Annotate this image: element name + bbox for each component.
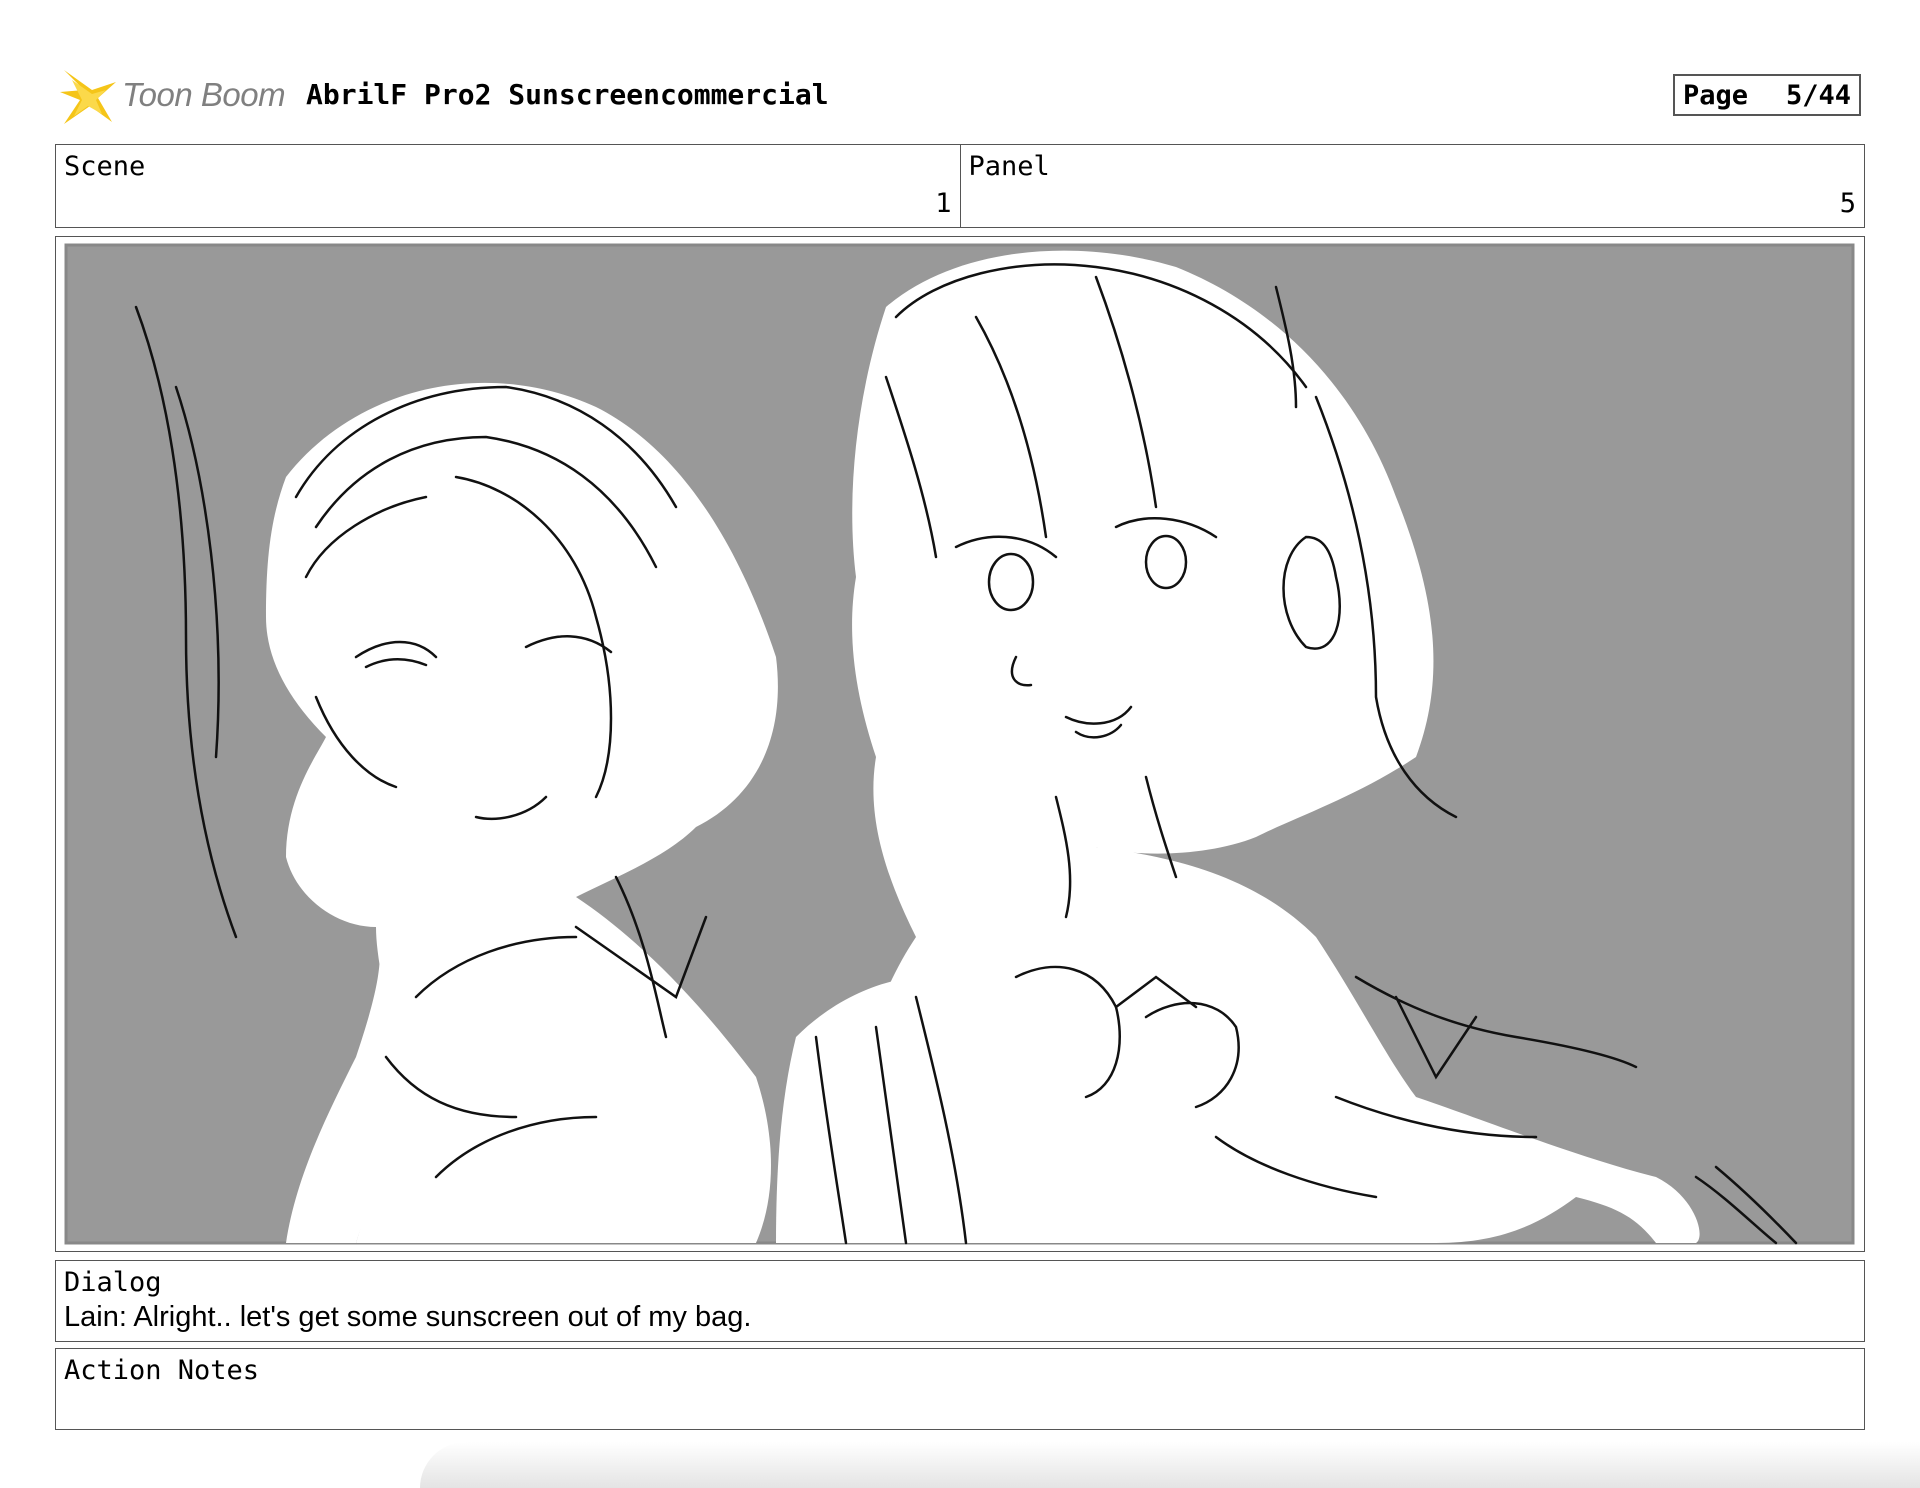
action-notes-box: Action Notes bbox=[55, 1348, 1865, 1430]
project-title: AbrilF Pro2 Sunscreencommercial bbox=[306, 78, 829, 111]
scene-label: Scene bbox=[64, 151, 146, 182]
dialog-box: Dialog Lain: Alright.. let's get some su… bbox=[55, 1260, 1865, 1342]
scene-cell: Scene 1 bbox=[56, 145, 960, 227]
panel-cell: Panel 5 bbox=[959, 145, 1865, 227]
storyboard-sketch-image bbox=[64, 243, 1855, 1245]
page-number: 5/44 bbox=[1785, 79, 1851, 111]
action-notes-label: Action Notes bbox=[64, 1355, 260, 1386]
dialog-label: Dialog bbox=[64, 1267, 162, 1298]
toon-boom-logo: Toon Boom bbox=[58, 66, 290, 130]
logo-text: Toon Boom bbox=[122, 76, 286, 113]
scene-value: 1 bbox=[935, 188, 952, 219]
star-burst-icon bbox=[60, 70, 116, 124]
panel-label: Panel bbox=[968, 151, 1050, 182]
panel-value: 5 bbox=[1839, 188, 1856, 219]
storyboard-panel-frame bbox=[55, 236, 1865, 1252]
dialog-text: Lain: Alright.. let's get some sunscreen… bbox=[64, 1301, 752, 1333]
page-label: Page bbox=[1683, 79, 1749, 111]
page-shadow bbox=[420, 1442, 1920, 1488]
page-indicator: Page 5/44 bbox=[1673, 74, 1861, 116]
scene-panel-row: Scene 1 Panel 5 bbox=[55, 144, 1865, 228]
